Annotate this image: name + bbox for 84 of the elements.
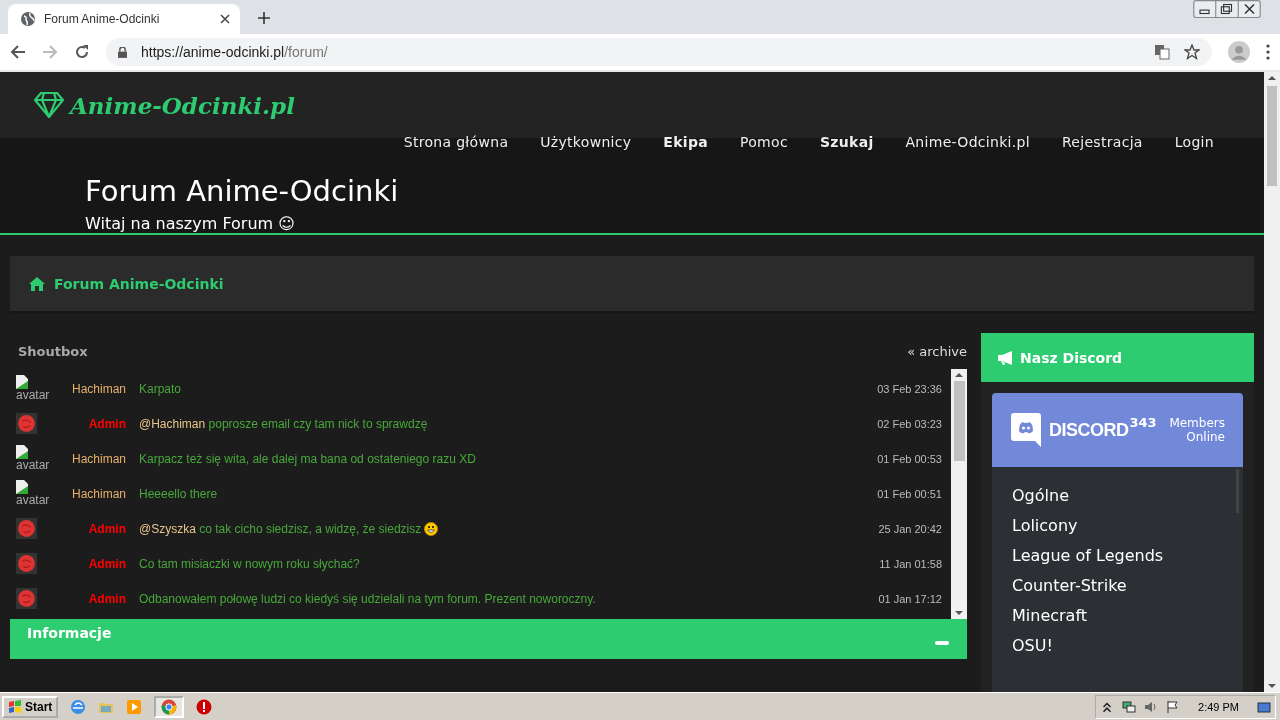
channel-link[interactable]: Counter-Strike — [1012, 571, 1236, 601]
channel-link[interactable]: Minecraft — [1012, 601, 1236, 631]
archive-link[interactable]: « archive — [907, 343, 967, 359]
nav-link[interactable]: Rejestracja — [1061, 134, 1143, 150]
shout-time: 01 Jan 17:12 — [878, 592, 942, 605]
avatar-icon — [16, 588, 37, 609]
flag-icon[interactable] — [1166, 699, 1181, 714]
page-scrollbar[interactable] — [1264, 72, 1280, 692]
taskbar-button[interactable] — [154, 695, 185, 718]
forum-title: Forum Anime-Odcinki — [85, 174, 400, 208]
username[interactable]: Hachiman — [56, 451, 126, 466]
username[interactable]: Admin — [56, 556, 126, 571]
site-logo[interactable]: Anime-Odcinki.pl — [70, 91, 295, 119]
start-button[interactable]: Start — [2, 695, 59, 718]
shout-message: Odbanowałem połowę ludzi co kiedyś się udzielali na tym forum. Prezent noworoczny. — [139, 591, 596, 606]
browser-tab[interactable]: Forum Anime-Odcinki — [8, 4, 240, 34]
avatar-icon — [16, 518, 37, 539]
shout-message: @Hachiman poprosze email czy tam nick to sprawdzę — [139, 416, 428, 431]
windows-logo-icon — [8, 699, 22, 714]
network-icon[interactable] — [1122, 699, 1137, 714]
clock: 2:49 PM — [1198, 700, 1239, 713]
address-bar[interactable]: https://anime-odcinki.pl/forum/ — [106, 38, 1212, 66]
reload-icon[interactable] — [74, 44, 90, 60]
shoutbox-title: Shoutbox — [18, 343, 88, 359]
shout-time: 02 Feb 03:23 — [877, 417, 942, 430]
star-icon[interactable] — [1184, 44, 1200, 60]
member-count: 343 — [1129, 415, 1157, 430]
tab-title: Forum Anime-Odcinki — [44, 12, 161, 26]
shout-time: 01 Feb 00:53 — [877, 452, 942, 465]
show-desktop-icon[interactable] — [1257, 699, 1271, 714]
browser-icon[interactable] — [70, 698, 87, 715]
section-title: Informacje — [27, 625, 112, 641]
username[interactable]: Admin — [56, 416, 126, 431]
broken-avatar-image: avatar — [16, 445, 50, 472]
lock-icon — [118, 46, 127, 58]
forum-subtitle: Witaj na naszym Forum ☺ — [85, 214, 296, 233]
breadcrumb-link[interactable]: Forum Anime-Odcinki — [54, 275, 224, 292]
channel-link[interactable]: OSU! — [1012, 631, 1236, 661]
shout-message: @Szyszka co tak cicho siedzisz, a widzę, że siedzisz — [139, 521, 422, 536]
broken-avatar-image: avatar — [16, 480, 50, 507]
shout-message: Karpacz też się wita, ale dalej ma bana od ostateniego razu XD — [139, 451, 476, 466]
discord-wordmark: DISCORD — [1049, 419, 1129, 441]
shout-message: Heeeello there — [139, 486, 218, 501]
nav-link[interactable]: Ekipa — [663, 134, 708, 150]
shout-time: 01 Feb 00:51 — [877, 487, 942, 500]
menu-icon[interactable] — [1266, 44, 1270, 60]
home-icon[interactable] — [28, 275, 46, 292]
channel-link[interactable]: Ogólne — [1012, 481, 1236, 511]
nav-link[interactable]: Anime-Odcinki.pl — [905, 134, 1030, 150]
username[interactable]: Admin — [56, 591, 126, 606]
username[interactable]: Hachiman — [56, 381, 126, 396]
globe-icon — [20, 11, 36, 27]
shout-message: Co tam misiaczki w nowym roku słychać? — [139, 556, 360, 571]
scrollbar[interactable] — [951, 369, 967, 619]
widget-title: Nasz Discord — [1020, 349, 1123, 366]
shout-message: Karpato — [139, 381, 182, 396]
url-text: https://anime-odcinki.pl/forum/ — [141, 44, 328, 60]
shout-time: 11 Jan 01:58 — [879, 557, 942, 570]
profile-icon[interactable] — [1228, 41, 1250, 63]
channel-link[interactable]: League of Legends — [1012, 541, 1236, 571]
shout-time: 03 Feb 23:36 — [877, 382, 942, 395]
diamond-icon — [34, 92, 64, 118]
online-label: Online — [1186, 430, 1225, 444]
new-tab-icon[interactable] — [258, 12, 270, 24]
close-icon[interactable] — [220, 14, 230, 24]
nav-link[interactable]: Pomoc — [740, 134, 788, 150]
broken-avatar-image: avatar — [16, 375, 50, 402]
megaphone-icon — [997, 349, 1015, 366]
nav-link[interactable]: Strona główna — [403, 134, 509, 150]
channel-link[interactable]: Lolicony — [1012, 511, 1236, 541]
shout-time: 25 Jan 20:42 — [878, 522, 942, 535]
avatar-icon — [16, 413, 37, 434]
username[interactable]: Hachiman — [56, 486, 126, 501]
back-icon[interactable] — [10, 44, 26, 60]
speaker-icon[interactable] — [1144, 699, 1159, 714]
members-label: Members — [1169, 416, 1225, 430]
nav-link[interactable]: Użytkownicy — [540, 134, 632, 150]
stop-icon[interactable] — [196, 698, 213, 715]
chrome-icon — [161, 698, 178, 715]
nav-link[interactable]: Szukaj — [819, 134, 874, 150]
nav-link[interactable]: Login — [1174, 134, 1214, 150]
chat-bubble-icon — [1011, 413, 1041, 447]
avatar-icon — [16, 553, 37, 574]
username[interactable]: Admin — [56, 521, 126, 536]
